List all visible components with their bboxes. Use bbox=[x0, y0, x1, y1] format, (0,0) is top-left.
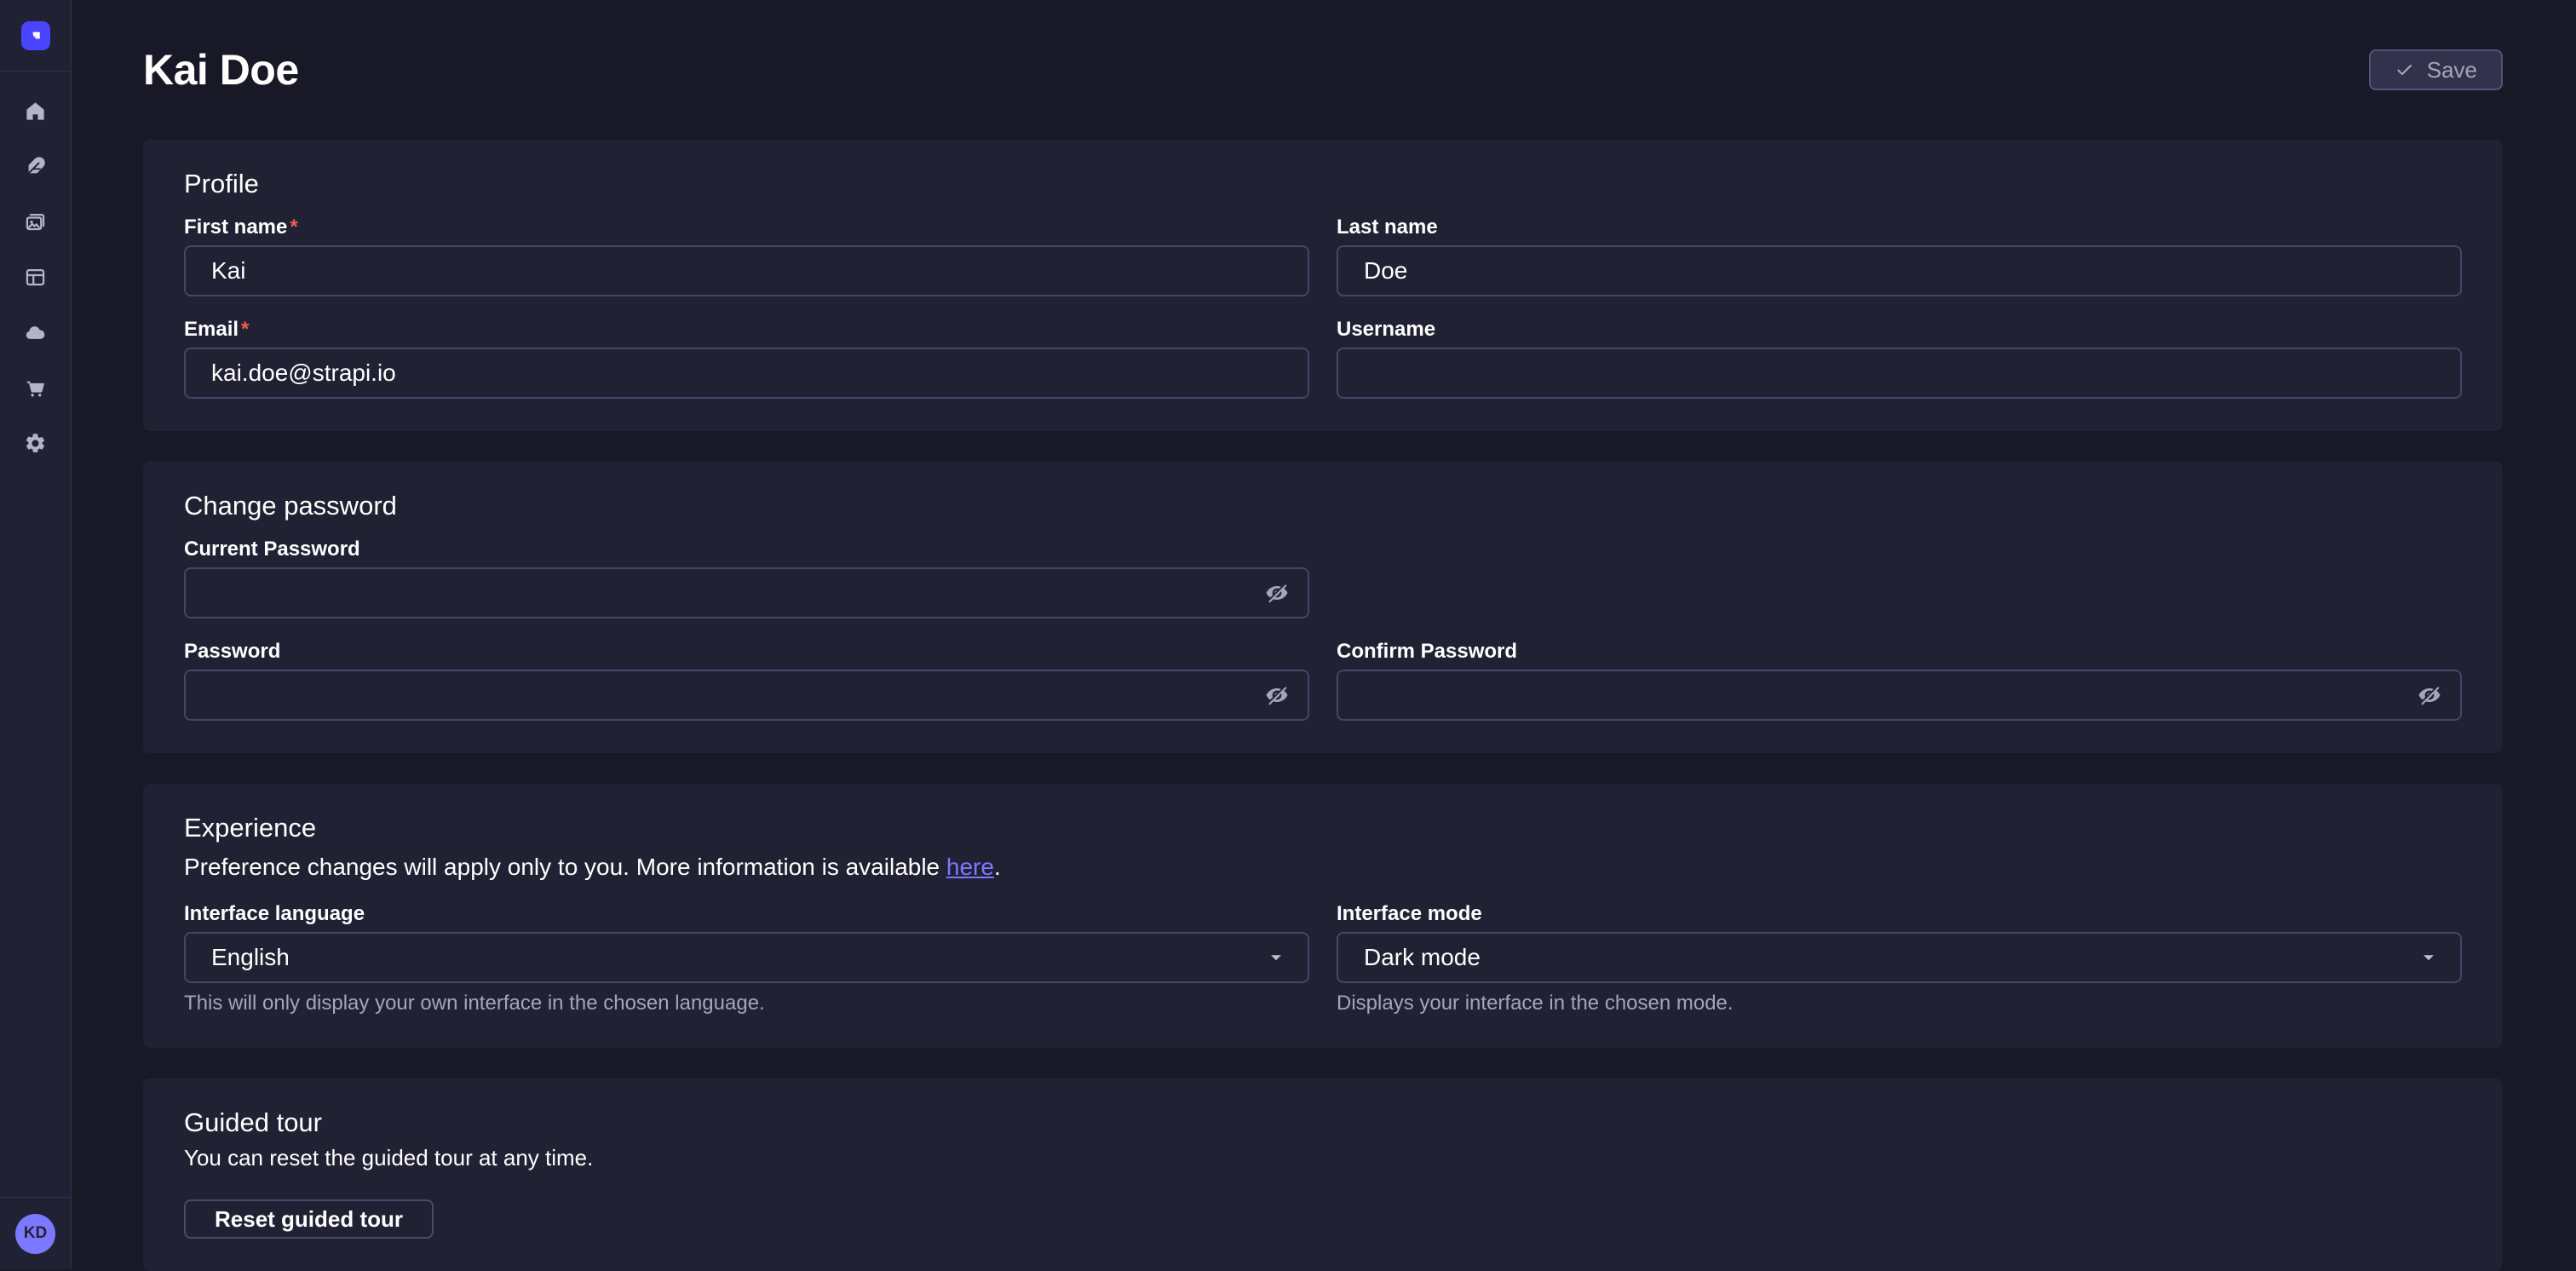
toggle-confirm-password-visibility-button[interactable] bbox=[2416, 682, 2443, 709]
last-name-label-text: Last name bbox=[1337, 216, 1438, 239]
logo-section bbox=[0, 0, 71, 72]
toggle-password-visibility-button[interactable] bbox=[1263, 682, 1291, 709]
strapi-logo-icon bbox=[26, 26, 45, 45]
save-button-label: Save bbox=[2427, 57, 2477, 83]
sidebar-item-content-manager[interactable] bbox=[0, 144, 72, 188]
sidebar-item-cloud[interactable] bbox=[0, 310, 72, 354]
page-header: Kai Doe Save bbox=[143, 0, 2503, 140]
sidebar: KD bbox=[0, 0, 72, 1269]
interface-language-label: Interface language bbox=[184, 903, 1309, 925]
grid-spacer bbox=[1337, 538, 2462, 618]
main-content: Kai Doe Save Profile First name* Last na… bbox=[72, 0, 2576, 1269]
last-name-input[interactable] bbox=[1337, 245, 2462, 296]
interface-mode-label: Interface mode bbox=[1337, 903, 2462, 925]
sidebar-item-media-library[interactable] bbox=[0, 199, 72, 244]
first-name-input[interactable] bbox=[184, 245, 1309, 296]
interface-mode-select[interactable]: Dark mode bbox=[1337, 932, 2462, 983]
email-input[interactable] bbox=[184, 348, 1309, 399]
required-mark: * bbox=[290, 216, 297, 239]
interface-mode-value: Dark mode bbox=[1364, 944, 1481, 971]
password-field: Password bbox=[184, 641, 1309, 721]
change-password-card: Change password Current Password bbox=[143, 462, 2503, 753]
strapi-logo[interactable] bbox=[21, 21, 50, 50]
interface-language-select[interactable]: English bbox=[184, 932, 1309, 983]
current-password-label-text: Current Password bbox=[184, 538, 360, 561]
more-information-link[interactable]: here bbox=[946, 854, 994, 880]
username-label: Username bbox=[1337, 319, 2462, 341]
chevron-down-icon bbox=[2419, 948, 2438, 967]
interface-mode-hint: Displays your interface in the chosen mo… bbox=[1337, 992, 2462, 1015]
eye-slash-icon bbox=[1264, 580, 1290, 606]
sidebar-nav bbox=[0, 72, 71, 1197]
current-password-label: Current Password bbox=[184, 538, 1309, 561]
cart-icon bbox=[24, 377, 47, 400]
email-field: Email* bbox=[184, 319, 1309, 399]
home-icon bbox=[24, 100, 47, 123]
required-mark: * bbox=[241, 318, 249, 341]
interface-language-value: English bbox=[211, 944, 290, 971]
email-label: Email* bbox=[184, 319, 1309, 341]
password-label-text: Password bbox=[184, 640, 280, 663]
cloud-icon bbox=[24, 321, 47, 344]
guided-tour-description: You can reset the guided tour at any tim… bbox=[184, 1145, 2462, 1170]
email-label-text: Email bbox=[184, 318, 239, 341]
change-password-card-title: Change password bbox=[184, 491, 2462, 521]
reset-guided-tour-button[interactable]: Reset guided tour bbox=[184, 1199, 434, 1239]
sidebar-item-marketplace[interactable] bbox=[0, 365, 72, 410]
sidebar-item-content-type-builder[interactable] bbox=[0, 255, 72, 299]
interface-language-field: Interface language English This will onl… bbox=[184, 903, 1309, 1015]
interface-mode-field: Interface mode Dark mode Displays your i… bbox=[1337, 903, 2462, 1015]
sidebar-footer: KD bbox=[0, 1197, 71, 1269]
guided-tour-card-title: Guided tour bbox=[184, 1107, 2462, 1138]
interface-language-hint: This will only display your own interfac… bbox=[184, 992, 1309, 1015]
profile-card-title: Profile bbox=[184, 169, 2462, 199]
experience-description-period: . bbox=[994, 854, 1001, 880]
profile-card: Profile First name* Last name bbox=[143, 140, 2503, 431]
experience-card: Experience Preference changes will apply… bbox=[143, 784, 2503, 1048]
first-name-field: First name* bbox=[184, 216, 1309, 296]
username-label-text: Username bbox=[1337, 318, 1435, 341]
first-name-label: First name* bbox=[184, 216, 1309, 239]
confirm-password-label: Confirm Password bbox=[1337, 641, 2462, 663]
eye-slash-icon bbox=[1264, 682, 1290, 708]
interface-language-label-text: Interface language bbox=[184, 902, 365, 925]
last-name-field: Last name bbox=[1337, 216, 2462, 296]
guided-tour-card: Guided tour You can reset the guided tou… bbox=[143, 1078, 2503, 1271]
check-icon bbox=[2395, 60, 2415, 80]
username-input[interactable] bbox=[1337, 348, 2462, 399]
gear-icon bbox=[24, 432, 47, 455]
media-library-icon bbox=[24, 210, 47, 233]
first-name-label-text: First name bbox=[184, 216, 287, 239]
chevron-down-icon bbox=[1267, 948, 1285, 967]
layout-icon bbox=[24, 266, 47, 289]
confirm-password-field: Confirm Password bbox=[1337, 641, 2462, 721]
password-input[interactable] bbox=[184, 670, 1309, 721]
page-title: Kai Doe bbox=[143, 45, 299, 95]
password-label: Password bbox=[184, 641, 1309, 663]
last-name-label: Last name bbox=[1337, 216, 2462, 239]
confirm-password-input[interactable] bbox=[1337, 670, 2462, 721]
avatar[interactable]: KD bbox=[15, 1214, 55, 1254]
save-button[interactable]: Save bbox=[2369, 49, 2503, 90]
feather-icon bbox=[24, 155, 47, 178]
username-field: Username bbox=[1337, 319, 2462, 399]
current-password-field: Current Password bbox=[184, 538, 1309, 618]
confirm-password-label-text: Confirm Password bbox=[1337, 640, 1517, 663]
interface-mode-label-text: Interface mode bbox=[1337, 902, 1482, 925]
experience-card-title: Experience bbox=[184, 813, 2462, 843]
experience-description-text: Preference changes will apply only to yo… bbox=[184, 854, 946, 880]
experience-description: Preference changes will apply only to yo… bbox=[184, 854, 2462, 881]
sidebar-item-home[interactable] bbox=[0, 89, 72, 133]
sidebar-item-settings[interactable] bbox=[0, 421, 72, 465]
current-password-input[interactable] bbox=[184, 567, 1309, 618]
toggle-current-password-visibility-button[interactable] bbox=[1263, 579, 1291, 607]
eye-slash-icon bbox=[2417, 682, 2442, 708]
